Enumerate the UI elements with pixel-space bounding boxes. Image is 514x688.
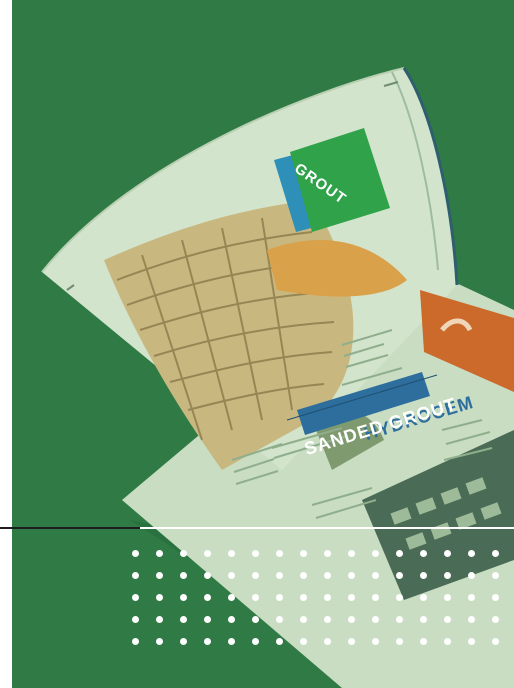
decorative-dot	[324, 638, 331, 645]
decorative-dot	[204, 550, 211, 557]
decorative-dot	[324, 616, 331, 623]
decorative-dot	[468, 594, 475, 601]
decorative-dot	[396, 550, 403, 557]
decorative-dot	[468, 638, 475, 645]
decorative-dot	[372, 616, 379, 623]
decorative-dot	[204, 572, 211, 579]
decorative-dot	[372, 638, 379, 645]
decorative-dot	[420, 572, 427, 579]
decorative-dot	[180, 616, 187, 623]
decorative-dot	[300, 638, 307, 645]
decorative-dot	[300, 616, 307, 623]
decorative-dot	[492, 594, 499, 601]
decorative-dot	[348, 638, 355, 645]
decorative-dot	[468, 550, 475, 557]
decorative-dot	[156, 550, 163, 557]
decorative-dot	[492, 572, 499, 579]
decorative-dot	[276, 638, 283, 645]
decorative-dot	[132, 572, 139, 579]
decorative-dot	[348, 550, 355, 557]
decorative-dot	[300, 572, 307, 579]
decorative-dot	[324, 572, 331, 579]
decorative-dot	[252, 616, 259, 623]
decorative-dot	[420, 594, 427, 601]
decorative-dot	[132, 616, 139, 623]
decorative-dot	[180, 550, 187, 557]
decorative-dot	[180, 638, 187, 645]
decorative-dot	[420, 616, 427, 623]
horizontal-divider-dark	[0, 527, 140, 529]
decorative-dot	[396, 638, 403, 645]
decorative-dot	[132, 594, 139, 601]
decorative-dot	[132, 638, 139, 645]
decorative-dot	[372, 550, 379, 557]
decorative-dot	[444, 616, 451, 623]
decorative-dot	[348, 594, 355, 601]
decorative-dot	[228, 550, 235, 557]
decorative-dot	[204, 616, 211, 623]
decorative-dot	[252, 572, 259, 579]
dot-pattern	[132, 550, 514, 670]
decorative-dot	[204, 594, 211, 601]
decorative-dot	[156, 572, 163, 579]
decorative-dot	[276, 594, 283, 601]
decorative-dot	[300, 594, 307, 601]
decorative-dot	[300, 550, 307, 557]
decorative-dot	[396, 594, 403, 601]
decorative-dot	[252, 550, 259, 557]
decorative-dot	[444, 594, 451, 601]
decorative-dot	[348, 616, 355, 623]
decorative-dot	[228, 638, 235, 645]
decorative-dot	[156, 638, 163, 645]
decorative-dot	[228, 572, 235, 579]
decorative-dot	[468, 616, 475, 623]
decorative-dot	[420, 638, 427, 645]
decorative-dot	[180, 594, 187, 601]
decorative-dot	[180, 572, 187, 579]
decorative-dot	[204, 638, 211, 645]
decorative-dot	[228, 616, 235, 623]
decorative-dot	[492, 638, 499, 645]
decorative-dot	[444, 638, 451, 645]
decorative-dot	[468, 572, 475, 579]
decorative-dot	[228, 594, 235, 601]
decorative-dot	[492, 550, 499, 557]
decorative-dot	[444, 572, 451, 579]
decorative-dot	[276, 572, 283, 579]
decorative-dot	[276, 550, 283, 557]
decorative-dot	[372, 572, 379, 579]
decorative-dot	[276, 616, 283, 623]
decorative-dot	[252, 638, 259, 645]
decorative-dot	[156, 594, 163, 601]
decorative-dot	[156, 616, 163, 623]
decorative-dot	[396, 572, 403, 579]
decorative-dot	[492, 616, 499, 623]
decorative-dot	[444, 550, 451, 557]
decorative-dot	[420, 550, 427, 557]
decorative-dot	[372, 594, 379, 601]
decorative-dot	[252, 594, 259, 601]
decorative-dot	[348, 572, 355, 579]
decorative-dot	[396, 616, 403, 623]
decorative-dot	[324, 550, 331, 557]
decorative-dot	[324, 594, 331, 601]
decorative-dot	[132, 550, 139, 557]
